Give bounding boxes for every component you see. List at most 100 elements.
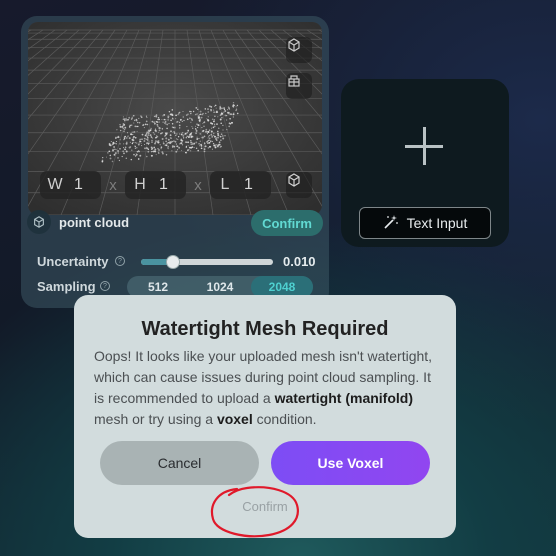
point (121, 155, 123, 158)
point (118, 159, 121, 162)
use-voxel-button[interactable]: Use Voxel (271, 441, 430, 485)
point (156, 123, 159, 126)
point (164, 134, 167, 137)
point (167, 145, 169, 148)
point (215, 110, 218, 113)
point (197, 149, 199, 152)
point (134, 131, 136, 133)
point (232, 116, 235, 118)
point (154, 148, 157, 151)
width-field[interactable]: W1 (40, 171, 101, 199)
cancel-button[interactable]: Cancel (100, 441, 259, 485)
cube-icon[interactable] (286, 172, 312, 198)
point (111, 160, 114, 163)
point (202, 130, 205, 133)
point (128, 116, 131, 119)
dialog-message: Oops! It looks like your uploaded mesh i… (94, 346, 438, 430)
point (131, 142, 134, 145)
point (147, 150, 150, 153)
point (160, 148, 162, 150)
point (190, 143, 192, 146)
point (224, 135, 226, 137)
point (134, 155, 137, 157)
message-bold-voxel: voxel (216, 411, 253, 427)
point (214, 144, 216, 147)
point (207, 147, 209, 149)
point (208, 139, 210, 142)
point (171, 122, 174, 125)
point (164, 122, 166, 124)
point (229, 117, 231, 120)
height-field[interactable]: H1 (125, 171, 186, 199)
point (169, 134, 172, 136)
point (130, 158, 133, 161)
point (179, 143, 181, 145)
point (115, 143, 117, 145)
view-reset-icon[interactable] (286, 37, 312, 63)
point (144, 123, 147, 126)
point (200, 145, 203, 147)
point (200, 137, 202, 139)
point (131, 131, 133, 133)
point (196, 113, 198, 115)
text-input-button[interactable]: Text Input (359, 207, 491, 239)
point (223, 111, 225, 113)
slider-thumb[interactable] (165, 255, 180, 269)
point (208, 129, 211, 132)
point (153, 133, 156, 135)
point (145, 120, 148, 123)
point (214, 115, 216, 118)
height-value[interactable]: 1 (155, 176, 186, 194)
point (154, 128, 157, 130)
point (193, 146, 195, 149)
point (233, 112, 235, 114)
uncertainty-slider[interactable] (141, 255, 273, 269)
point (177, 138, 179, 140)
point (158, 121, 160, 123)
length-field[interactable]: L1 (210, 171, 271, 199)
help-icon[interactable]: ? (100, 281, 110, 291)
point (110, 140, 112, 143)
asset-confirm-button[interactable]: Confirm (251, 210, 323, 236)
point (122, 127, 125, 130)
point (177, 136, 180, 138)
point (124, 148, 127, 151)
point (173, 132, 176, 135)
point (211, 135, 213, 137)
scene-icon[interactable] (286, 73, 312, 99)
point (132, 139, 135, 142)
point (173, 145, 176, 148)
length-value[interactable]: 1 (240, 176, 271, 194)
point (126, 150, 128, 152)
point (134, 145, 136, 148)
add-input-card[interactable]: Text Input (341, 79, 509, 247)
height-label: H (134, 176, 146, 193)
point (150, 127, 152, 130)
point (162, 141, 164, 143)
point (135, 118, 138, 121)
point (212, 142, 215, 145)
point (184, 133, 187, 135)
point (101, 160, 104, 163)
point (217, 137, 219, 139)
point (127, 132, 128, 134)
point (161, 118, 163, 121)
plus-icon[interactable] (405, 127, 445, 167)
point (137, 143, 140, 146)
point (124, 146, 127, 149)
point (214, 104, 217, 107)
point (119, 143, 121, 145)
width-value[interactable]: 1 (70, 176, 101, 194)
help-icon[interactable]: ? (115, 256, 125, 266)
point (132, 137, 134, 139)
point (209, 145, 212, 148)
dialog-title: Watertight Mesh Required (141, 318, 389, 340)
point (187, 113, 189, 115)
point (205, 112, 207, 115)
point (157, 118, 159, 121)
point (211, 127, 213, 129)
point (146, 131, 149, 134)
point (167, 119, 169, 121)
3d-viewport[interactable]: W1 x H1 x L1 (28, 22, 322, 215)
point (197, 124, 200, 127)
